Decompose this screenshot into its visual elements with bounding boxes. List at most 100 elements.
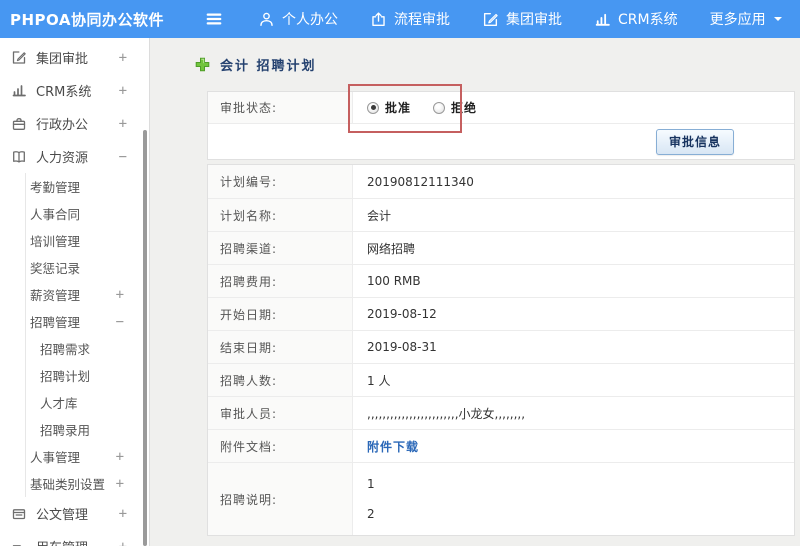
approval-info-button[interactable]: 审批信息: [655, 128, 734, 155]
nav-process-approval[interactable]: 流程审批: [354, 9, 466, 29]
hamburger-menu-icon[interactable]: [204, 9, 224, 29]
field-label: 附件文档:: [208, 430, 353, 462]
expand-toggle-icon: +: [118, 82, 127, 99]
nav-personal-office[interactable]: 个人办公: [242, 9, 354, 29]
sidebar-item-招聘计划[interactable]: 招聘计划: [26, 362, 149, 389]
sidebar-item-label: 考勤管理: [30, 180, 81, 195]
expand-toggle-icon: +: [119, 539, 127, 546]
caret-down-icon: [773, 15, 783, 23]
sidebar-item-label: 招聘管理: [30, 315, 81, 330]
doc-icon: [11, 506, 27, 522]
page-title: 会计 招聘计划: [220, 59, 317, 74]
field-value: ,,,,,,,,,,,,,,,,,,,,,,,,小龙女,,,,,,,,: [367, 406, 526, 421]
radio-approve-label: 批准: [385, 101, 412, 115]
edit-icon: [11, 49, 27, 66]
sidebar-item-考勤管理[interactable]: 考勤管理: [26, 173, 149, 200]
topbar-nav: 个人办公 流程审批 集团审批 CRM系统 更多应用: [242, 9, 799, 29]
sidebar-item-label: 奖惩记录: [30, 261, 81, 276]
field-value: 12: [353, 463, 794, 535]
radio-reject-label: 拒绝: [451, 101, 478, 115]
table-row: 审批人员: ,,,,,,,,,,,,,,,,,,,,,,,,小龙女,,,,,,,,: [208, 396, 794, 429]
expand-toggle-icon: −: [118, 148, 127, 165]
sidebar-item-label: 薪资管理: [30, 288, 81, 303]
field-label: 招聘说明:: [208, 463, 353, 535]
sidebar-item-薪资管理[interactable]: 薪资管理 +: [26, 281, 149, 308]
sidebar-item-人力资源[interactable]: 人力资源 −: [0, 140, 149, 173]
chart-icon: [594, 11, 611, 28]
sidebar-scrollbar[interactable]: [143, 130, 147, 546]
description-line: 1: [367, 477, 375, 491]
sidebar-item-基础类别设置[interactable]: 基础类别设置 +: [26, 470, 149, 497]
status-radio-group: 批准 拒绝: [353, 92, 794, 123]
sidebar-item-公文管理[interactable]: 公文管理 +: [0, 497, 149, 530]
field-label: 招聘人数:: [208, 364, 353, 396]
car-icon: [11, 539, 27, 546]
sidebar-item-label: CRM系统: [36, 85, 92, 100]
book-icon: [11, 149, 27, 165]
field-value: 2019-08-12: [367, 307, 437, 321]
status-row: 审批状态: 批准 拒绝: [208, 92, 794, 123]
field-value: 网络招聘: [367, 241, 416, 256]
sidebar-item-人事合同[interactable]: 人事合同: [26, 200, 149, 227]
sidebar-item-label: 基础类别设置: [30, 477, 106, 492]
field-label: 计划名称:: [208, 199, 353, 231]
expand-toggle-icon: +: [118, 505, 127, 522]
field-label: 审批人员:: [208, 397, 353, 429]
nav-group-approval[interactable]: 集团审批: [466, 9, 578, 29]
nav-label: 集团审批: [506, 12, 562, 28]
expand-toggle-icon: +: [118, 49, 127, 66]
radio-reject-circle[interactable]: [433, 101, 446, 114]
sidebar-item-人事管理[interactable]: 人事管理 +: [26, 443, 149, 470]
expand-toggle-icon: +: [115, 448, 124, 465]
nav-crm-system[interactable]: CRM系统: [578, 9, 694, 29]
table-row: 附件文档: 附件下载: [208, 429, 794, 462]
field-value: 2019-08-31: [367, 340, 437, 354]
briefcase-icon: [11, 116, 27, 132]
field-label: 结束日期:: [208, 331, 353, 363]
radio-reject[interactable]: 拒绝: [433, 99, 477, 116]
sidebar-item-行政办公[interactable]: 行政办公 +: [0, 107, 149, 140]
sidebar: 集团审批 + CRM系统 + 行政办公 + 人力资源 − 考勤管理人事合同培训管理奖惩记录薪资管…: [0, 38, 150, 546]
sidebar-item-招聘管理[interactable]: 招聘管理 −: [26, 308, 149, 335]
sidebar-item-用车管理[interactable]: 用车管理 +: [0, 530, 149, 546]
field-value: 20190812111340: [367, 174, 474, 189]
table-row: 招聘渠道: 网络招聘: [208, 231, 794, 264]
sidebar-item-label: 培训管理: [30, 234, 81, 249]
status-table: 审批状态: 批准 拒绝 审批信息: [207, 91, 795, 160]
sidebar-item-招聘需求[interactable]: 招聘需求: [26, 335, 149, 362]
field-value: 附件下载: [353, 430, 794, 462]
sidebar-item-CRM系统[interactable]: CRM系统 +: [0, 74, 149, 107]
attachment-download-link[interactable]: 附件下载: [367, 438, 419, 455]
sidebar-item-label: 人事管理: [30, 450, 81, 465]
sidebar-item-奖惩记录[interactable]: 奖惩记录: [26, 254, 149, 281]
field-value: 会计: [367, 208, 392, 223]
sidebar-item-label: 行政办公: [36, 118, 89, 133]
sidebar-item-label: 集团审批: [36, 52, 89, 67]
field-value: 100 RMB: [367, 274, 421, 288]
sidebar-menu: 集团审批 + CRM系统 + 行政办公 + 人力资源 − 考勤管理人事合同培训管理奖惩记录薪资管…: [0, 41, 149, 546]
table-row: 计划名称: 会计: [208, 198, 794, 231]
sidebar-item-集团审批[interactable]: 集团审批 +: [0, 41, 149, 74]
field-label: 计划编号:: [208, 165, 353, 198]
nav-label: 流程审批: [394, 12, 450, 28]
sidebar-item-label: 人才库: [40, 396, 78, 411]
user-icon: [258, 11, 275, 28]
content: 会计 招聘计划 审批状态: 批准 拒绝 审批信息 计划编号: 20190812111…: [151, 38, 800, 546]
add-plus-icon: [195, 57, 210, 72]
radio-approve[interactable]: 批准: [367, 99, 411, 116]
sidebar-subgroup: 考勤管理 人事合同 培训管理 奖惩记录 薪资管理 + 招聘管理 − 招聘需求 招聘计划 人才库 招聘录…: [25, 173, 149, 497]
description-line: 2: [367, 507, 375, 521]
table-row: 结束日期: 2019-08-31: [208, 330, 794, 363]
status-field-label: 审批状态:: [208, 92, 353, 123]
approval-form: 审批状态: 批准 拒绝 审批信息 计划编号: 20190812111340 计划名称:…: [207, 84, 795, 536]
sidebar-item-培训管理[interactable]: 培训管理: [26, 227, 149, 254]
sidebar-item-label: 人力资源: [36, 151, 89, 166]
sidebar-item-label: 人事合同: [30, 207, 81, 222]
table-row: 招聘费用: 100 RMB: [208, 264, 794, 297]
radio-approve-circle[interactable]: [367, 101, 379, 114]
sidebar-item-人才库[interactable]: 人才库: [26, 389, 149, 416]
sidebar-item-招聘录用[interactable]: 招聘录用: [26, 416, 149, 443]
field-label: 开始日期:: [208, 298, 353, 330]
nav-more-apps[interactable]: 更多应用: [694, 9, 799, 29]
expand-toggle-icon: +: [118, 115, 127, 132]
